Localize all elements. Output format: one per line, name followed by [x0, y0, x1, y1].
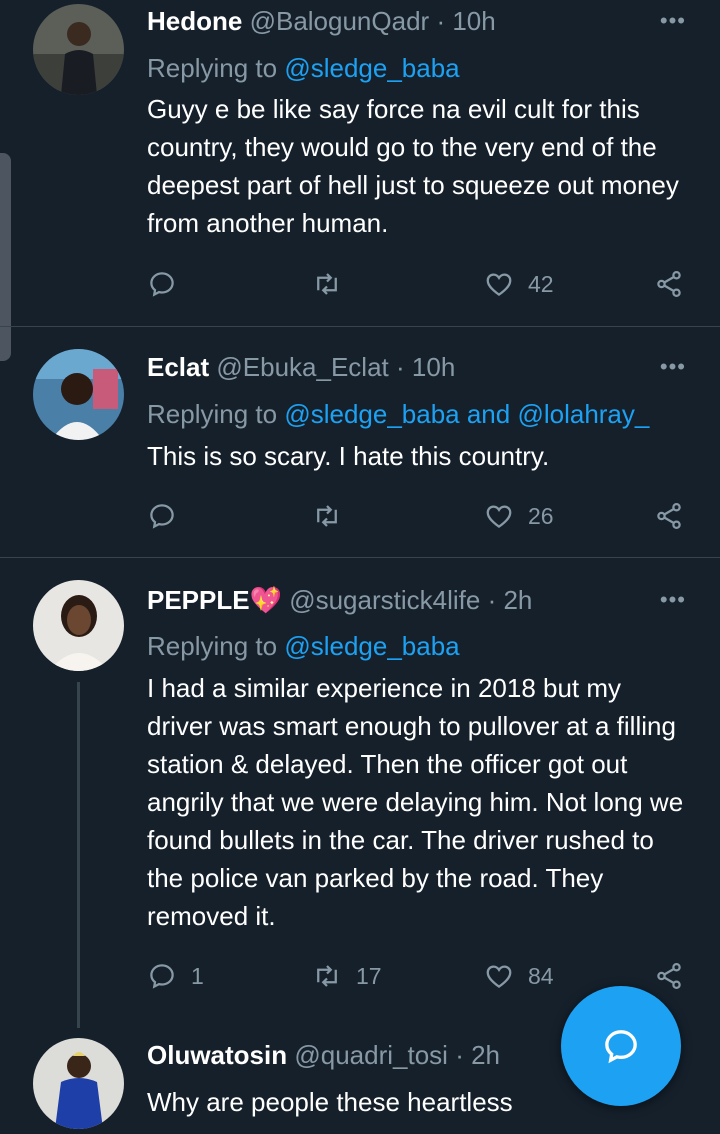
share-icon: [657, 271, 681, 297]
user-handle[interactable]: @Ebuka_Eclat: [216, 352, 388, 382]
reply-count: 1: [191, 962, 204, 989]
avatar[interactable]: [33, 4, 124, 95]
heart-icon: [486, 505, 512, 529]
heart-icon: [486, 965, 512, 989]
retweet-icon: [317, 505, 337, 527]
user-handle[interactable]: @sugarstick4life: [289, 585, 480, 615]
avatar[interactable]: [33, 1038, 124, 1129]
tweet-actions: 26: [147, 500, 692, 532]
reply-button[interactable]: [147, 500, 191, 532]
like-button[interactable]: 84: [484, 960, 554, 992]
more-options-icon[interactable]: •••: [660, 587, 686, 613]
replying-label: Replying to: [147, 53, 285, 83]
display-name[interactable]: Eclat: [147, 352, 209, 382]
share-icon: [657, 963, 681, 989]
tweet-text: I had a similar experience in 2018 but m…: [147, 673, 684, 931]
display-name[interactable]: Hedone: [147, 6, 242, 36]
user-handle[interactable]: @quadri_tosi: [294, 1040, 448, 1070]
heart-icon: [486, 273, 512, 297]
like-button[interactable]: 42: [484, 268, 554, 300]
reply-button[interactable]: [147, 268, 191, 300]
like-count: 84: [528, 962, 554, 989]
replying-mention[interactable]: @sledge_baba and @lolahray_: [284, 399, 649, 429]
timestamp: · 2h: [487, 585, 533, 615]
share-button[interactable]: [654, 960, 684, 992]
replying-to-line: Replying to @sledge_baba: [147, 631, 460, 661]
retweet-button[interactable]: 17: [312, 960, 382, 992]
display-name[interactable]: Oluwatosin: [147, 1040, 287, 1070]
tweet-pepple[interactable]: PEPPLE💖 @sugarstick4life · 2h ••• Replyi…: [0, 558, 720, 1030]
compose-reply-button[interactable]: [561, 986, 681, 1106]
retweet-icon: [317, 965, 337, 987]
more-options-icon[interactable]: •••: [660, 354, 686, 380]
replying-to-line: Replying to @sledge_baba: [147, 53, 460, 83]
reply-icon: [150, 504, 174, 529]
user-handle[interactable]: @BalogunQadr: [250, 6, 430, 36]
replying-mention[interactable]: @sledge_baba: [284, 53, 459, 83]
replying-label: Replying to: [147, 399, 285, 429]
reply-icon: [150, 272, 174, 297]
reply-button[interactable]: 1: [147, 960, 204, 992]
share-icon: [657, 503, 681, 529]
tweet-text: This is so scary. I hate this country.: [147, 441, 550, 471]
replying-to-line: Replying to @sledge_baba and @lolahray_: [147, 399, 649, 429]
reply-icon: [150, 964, 174, 989]
retweet-button[interactable]: [312, 268, 356, 300]
timestamp: · 2h: [455, 1040, 500, 1070]
share-button[interactable]: [654, 268, 684, 300]
like-button[interactable]: 26: [484, 500, 554, 532]
retweet-icon: [317, 273, 337, 295]
display-name[interactable]: PEPPLE💖: [147, 585, 282, 615]
like-count: 42: [528, 270, 554, 297]
retweet-count: 17: [356, 962, 382, 989]
retweet-button[interactable]: [312, 500, 356, 532]
avatar[interactable]: [33, 580, 124, 671]
compose-reply-icon: [605, 1030, 637, 1064]
tweet-actions: 42: [147, 268, 692, 300]
timestamp: · 10h: [396, 352, 456, 382]
tweet-text: Guyy e be like say force na evil cult fo…: [147, 94, 679, 238]
tweet-eclat[interactable]: Eclat @Ebuka_Eclat · 10h ••• Replying to…: [0, 327, 720, 557]
tweet-hedone[interactable]: Hedone @BalogunQadr · 10h ••• Replying t…: [0, 0, 720, 326]
more-options-icon[interactable]: •••: [660, 8, 686, 34]
timestamp: · 10h: [436, 6, 496, 36]
replying-label: Replying to: [147, 631, 285, 661]
avatar[interactable]: [33, 349, 124, 440]
share-button[interactable]: [654, 500, 684, 532]
replying-mention[interactable]: @sledge_baba: [284, 631, 459, 661]
like-count: 26: [528, 502, 554, 529]
